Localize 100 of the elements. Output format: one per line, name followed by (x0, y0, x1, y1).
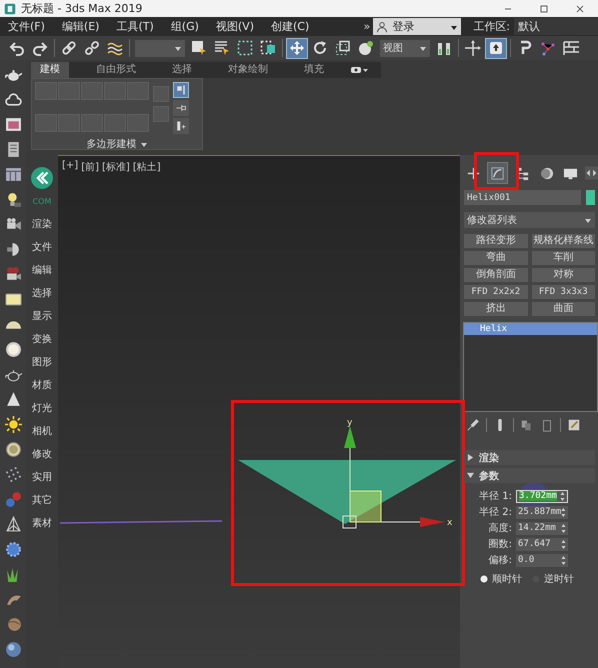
menu-item[interactable]: 工具(T) (116, 19, 154, 34)
modifier-button[interactable]: FFD 3x3x3 (532, 285, 595, 299)
grid-window-icon[interactable] (4, 166, 22, 183)
viewport-label[interactable]: [前] (81, 160, 99, 174)
ribbon-tab[interactable]: 建模 (31, 62, 69, 78)
rollout-header[interactable]: 参数 (464, 468, 595, 483)
menu-item[interactable]: 文件(F) (8, 19, 45, 34)
video-camera-icon[interactable] (4, 266, 22, 283)
modifier-button[interactable]: FFD 2x2x2 (464, 285, 528, 299)
ribbon-toggle-button[interactable] (173, 100, 189, 116)
ribbon-tab[interactable]: 对象绘制 (219, 62, 277, 78)
menu-item[interactable]: 创建(C) (271, 19, 310, 34)
rollout-header[interactable]: 渲染 (464, 450, 595, 465)
spinner-field[interactable]: 25.887mm (516, 506, 568, 518)
menu-item[interactable]: 编辑(E) (62, 19, 100, 34)
spinner-field[interactable]: 67.647 (516, 538, 568, 550)
eye-toggle-icon[interactable] (351, 66, 369, 74)
pin-icon[interactable] (466, 418, 480, 432)
modifier-button[interactable]: 曲面 (532, 302, 595, 316)
plugin-menu-item[interactable]: 渲染 (32, 218, 52, 241)
panel-title-dropdown[interactable]: 多边形建模 (86, 137, 148, 151)
plugin-menu-item[interactable]: 显示 (32, 310, 52, 333)
scroll-arrows-icon[interactable] (585, 166, 598, 180)
dot-grid-icon[interactable] (4, 466, 22, 483)
ring-icon[interactable] (4, 441, 22, 458)
plugin-menu-item[interactable]: 素材 (32, 517, 52, 540)
ribbon-tab[interactable]: 选择 (163, 62, 201, 78)
double-chevron-icon[interactable] (31, 167, 53, 189)
ribbon-toggle-button[interactable] (173, 118, 189, 134)
modifier-button[interactable]: 路径变形 (464, 234, 528, 248)
viewport-label[interactable]: [+] (62, 160, 78, 174)
spinner-arrows-icon (561, 540, 566, 548)
axis-cross-icon (465, 40, 481, 56)
edit-icon[interactable] (567, 418, 581, 432)
user-icon (376, 20, 388, 32)
overflow-menu[interactable]: » (364, 20, 370, 33)
plugin-menu-item[interactable]: 相机 (32, 425, 52, 448)
object-name-field[interactable]: Helix001 (464, 190, 581, 205)
modifier-button[interactable]: 挤出 (464, 302, 528, 316)
modifier-list-dropdown[interactable]: 修改器列表 (464, 212, 595, 228)
disc-icon[interactable] (4, 341, 22, 358)
viewport-label[interactable]: [粘土] (132, 160, 161, 174)
bin-icon[interactable] (540, 418, 554, 432)
field-label: 半径 1: (478, 490, 512, 503)
curve-square-icon (490, 166, 506, 180)
plus-icon (466, 166, 481, 180)
sphere-icon[interactable] (4, 641, 22, 658)
plugin-menu-item[interactable]: 变换 (32, 333, 52, 356)
curve-square-tab[interactable] (487, 162, 508, 184)
spinner-field[interactable]: 3.702mm (516, 490, 568, 502)
menu-item[interactable]: 组(G) (170, 19, 199, 34)
sign-in-dropdown[interactable]: 登录 (373, 18, 462, 35)
x-axis-arrow (380, 517, 445, 527)
ribbon-tab[interactable]: 填充 (295, 62, 333, 78)
color-swatch[interactable] (586, 190, 595, 205)
picture-frame-icon[interactable] (4, 116, 22, 133)
dropdown[interactable]: 视图 (380, 40, 430, 56)
modifier-button[interactable]: 对称 (532, 268, 595, 282)
pin-icon (175, 102, 187, 114)
plugin-menu-item[interactable]: 修改 (32, 448, 52, 471)
rotate-icon (312, 40, 328, 56)
radio-option[interactable]: 逆时针 (532, 572, 574, 586)
menu-item[interactable]: 视图(V) (216, 19, 254, 34)
spinner-field[interactable]: 14.22mm (516, 522, 568, 534)
plugin-menu-item[interactable]: 材质 (32, 379, 52, 402)
modifier-button[interactable]: 车削 (532, 251, 595, 265)
broken-link-icon (84, 40, 100, 56)
plugin-menu-item[interactable]: 实用 (32, 471, 52, 494)
plugin-menu-item[interactable]: 其它 (32, 494, 52, 517)
plugin-menu-item[interactable]: 灯光 (32, 402, 52, 425)
crossing-square-icon (260, 40, 276, 56)
workspace-dropdown[interactable]: 默认 (514, 18, 598, 35)
plugin-menu-item[interactable]: 选择 (32, 287, 52, 310)
cloud-icon[interactable] (4, 91, 22, 108)
wave-icon (107, 40, 123, 56)
rectangle-icon[interactable] (4, 291, 22, 308)
close-icon[interactable] (574, 2, 586, 14)
wireframe-icon[interactable] (4, 516, 22, 533)
caret-icon (140, 140, 148, 148)
radio-option[interactable]: 顺时针 (480, 572, 522, 586)
cone-icon[interactable] (4, 391, 22, 408)
plugin-menu-item[interactable]: 文件 (32, 241, 52, 264)
ribbon-toggle-button[interactable] (173, 82, 189, 98)
modifier-button[interactable]: 规格化样条线 (532, 234, 595, 248)
sun-icon[interactable] (4, 416, 22, 433)
plugin-menu-item[interactable]: 图形 (32, 356, 52, 379)
workspace-label: 工作区: (473, 19, 510, 34)
spinner-field[interactable]: 0.0 (516, 554, 568, 566)
gear-icon[interactable] (4, 541, 22, 558)
viewport-label[interactable]: [标准] (102, 160, 130, 174)
modifier-button[interactable]: 倒角剖面 (464, 268, 528, 282)
ribbon-tab[interactable]: 自由形式 (87, 62, 145, 78)
field-label: 偏移: (488, 554, 512, 567)
modifier-button[interactable]: 弯曲 (464, 251, 528, 265)
maximize-icon[interactable] (538, 2, 550, 14)
move-button[interactable] (286, 38, 308, 58)
speaker-icon[interactable] (4, 241, 22, 258)
circle-icon (538, 166, 554, 180)
arrow-box-button[interactable] (485, 38, 507, 58)
plugin-menu-item[interactable]: 编辑 (32, 264, 52, 287)
